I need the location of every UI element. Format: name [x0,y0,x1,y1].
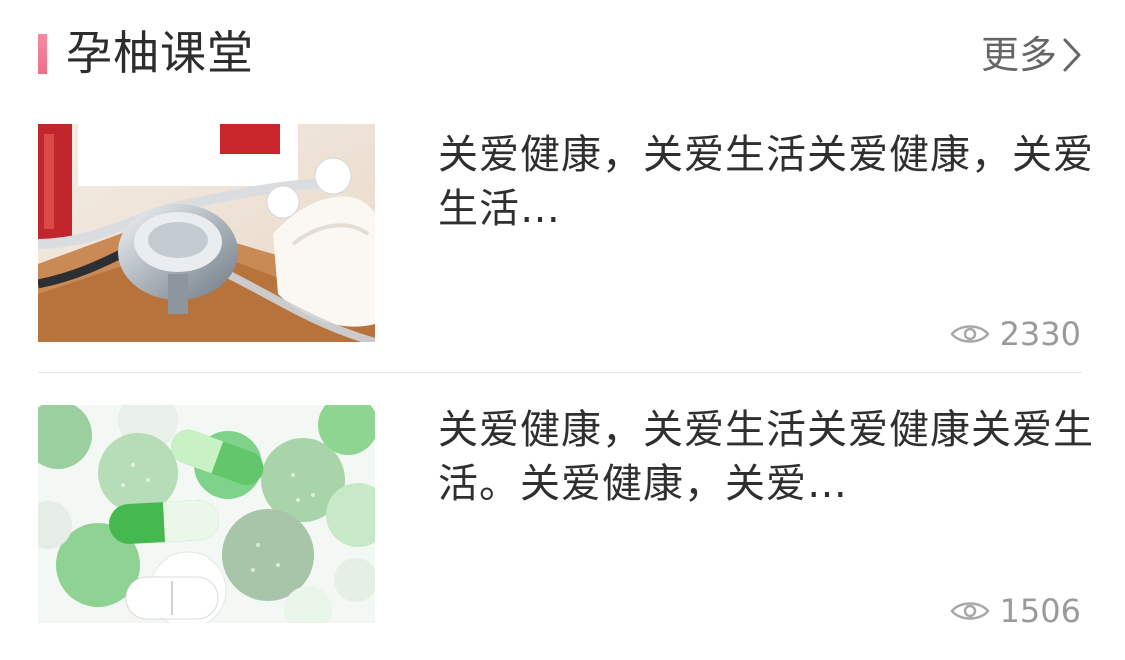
views-count: 1506 [999,592,1081,630]
more-link[interactable]: 更多 [981,28,1083,82]
article-card[interactable]: 关爱健康，关爱生活关爱健康关爱生活。关爱健康，关爱… 1506 [0,373,1125,660]
eye-icon [949,325,990,343]
eye-icon [949,602,990,620]
article-thumbnail-pills[interactable] [38,405,375,623]
article-title[interactable]: 关爱健康，关爱生活关爱健康关爱生活。关爱健康，关爱… [438,403,1098,511]
view-count: 2330 [949,314,1081,354]
section-accent-bar [38,34,47,74]
section-header: 孕柚课堂 更多 [0,0,1125,110]
view-count: 1506 [949,591,1081,631]
article-title[interactable]: 关爱健康，关爱生活关爱健康，关爱生活… [438,128,1098,236]
article-thumbnail-stethoscope[interactable] [38,124,375,342]
chevron-right-icon [1063,38,1081,72]
article-card[interactable]: 关爱健康，关爱生活关爱健康，关爱生活… 2330 [0,112,1125,372]
stethoscope-photo [38,124,375,342]
more-label: 更多 [980,33,1057,77]
section-title: 孕柚课堂 [66,26,254,80]
pills-photo [38,405,375,623]
views-count: 2330 [999,315,1081,353]
